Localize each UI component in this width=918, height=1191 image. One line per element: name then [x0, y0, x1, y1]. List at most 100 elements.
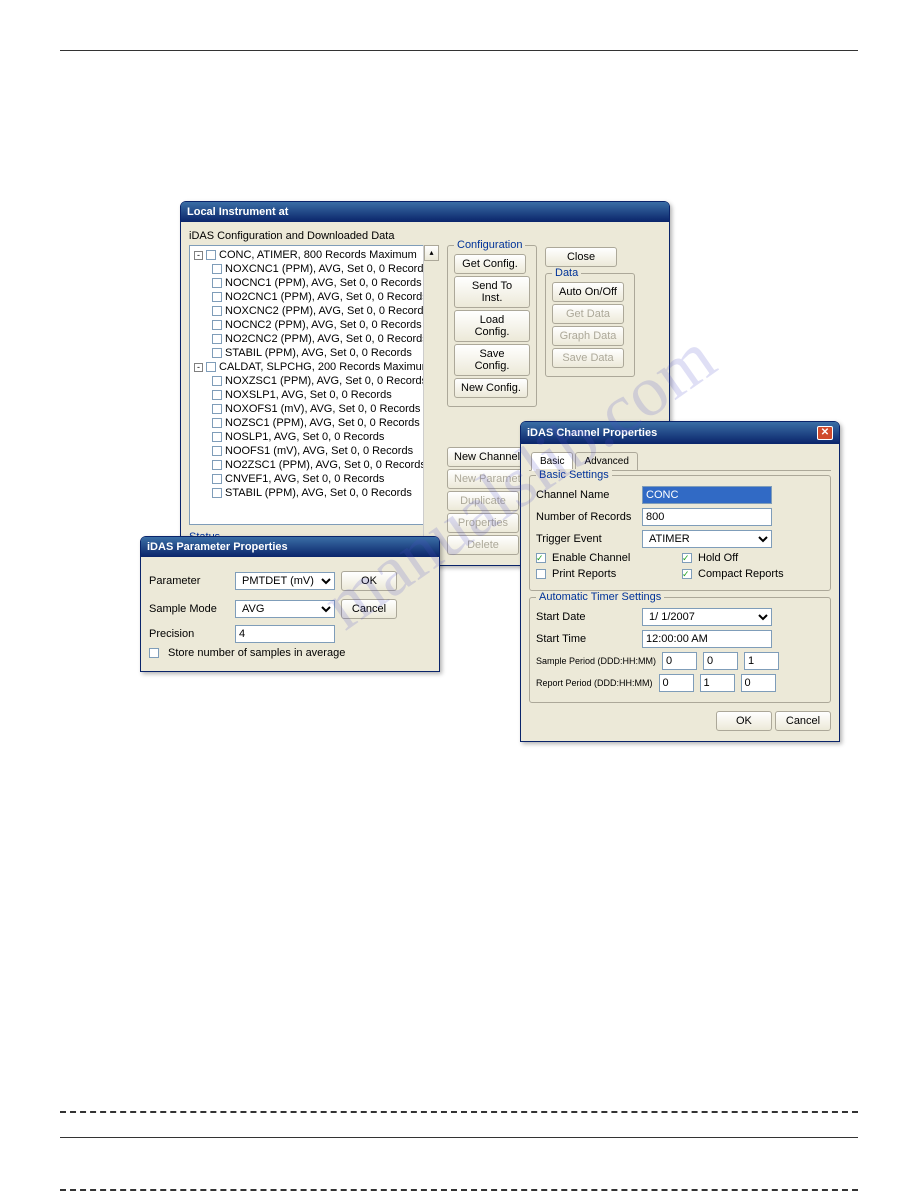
report-period-h[interactable] — [700, 674, 735, 692]
start-time-input[interactable] — [642, 630, 772, 648]
tree-item-label: CONC, ATIMER, 800 Records Maximum — [219, 248, 417, 262]
tree-item-label: NOXZSC1 (PPM), AVG, Set 0, 0 Records — [225, 374, 427, 388]
start-date-label: Start Date — [536, 611, 636, 623]
tree-checkbox[interactable] — [212, 376, 222, 386]
tree-checkbox[interactable] — [212, 460, 222, 470]
trigger-select[interactable]: ATIMER — [642, 530, 772, 548]
print-reports-label: Print Reports — [552, 568, 632, 580]
chan-cancel-button[interactable]: Cancel — [775, 711, 831, 731]
parameter-select[interactable]: PMTDET (mV) — [235, 572, 335, 590]
tree-item[interactable]: NOZSC1 (PPM), AVG, Set 0, 0 Records — [192, 416, 436, 430]
tree-checkbox[interactable] — [212, 488, 222, 498]
tree-checkbox[interactable] — [212, 418, 222, 428]
scroll-up-icon[interactable]: ▴ — [424, 245, 439, 261]
compact-reports-label: Compact Reports — [698, 568, 784, 580]
tree-checkbox[interactable] — [212, 334, 222, 344]
channel-name-input[interactable] — [642, 486, 772, 504]
expand-icon[interactable]: - — [194, 251, 203, 260]
sample-mode-label: Sample Mode — [149, 603, 229, 615]
tree-checkbox[interactable] — [212, 348, 222, 358]
auto-timer-title: Automatic Timer Settings — [536, 591, 664, 603]
close-button[interactable]: Close — [545, 247, 617, 267]
trigger-label: Trigger Event — [536, 533, 636, 545]
store-samples-checkbox[interactable] — [149, 648, 159, 658]
sample-period-m[interactable] — [744, 652, 779, 670]
sample-period-d[interactable] — [662, 652, 697, 670]
tree-item[interactable]: NO2CNC1 (PPM), AVG, Set 0, 0 Records — [192, 290, 436, 304]
tab-advanced[interactable]: Advanced — [575, 452, 637, 470]
data-group-title: Data — [552, 267, 581, 279]
tree-item[interactable]: NOXZSC1 (PPM), AVG, Set 0, 0 Records — [192, 374, 436, 388]
tree-item[interactable]: NO2ZSC1 (PPM), AVG, Set 0, 0 Records — [192, 458, 436, 472]
close-icon[interactable]: ✕ — [817, 426, 833, 440]
tree-checkbox[interactable] — [206, 362, 216, 372]
tree-item[interactable]: NOXCNC2 (PPM), AVG, Set 0, 0 Records — [192, 304, 436, 318]
start-date-select[interactable]: 1/ 1/2007 — [642, 608, 772, 626]
tree-item-label: NOOFS1 (mV), AVG, Set 0, 0 Records — [225, 444, 413, 458]
compact-reports-checkbox[interactable] — [682, 569, 692, 579]
config-tree[interactable]: -CONC, ATIMER, 800 Records MaximumNOXCNC… — [189, 245, 439, 525]
basic-settings-title: Basic Settings — [536, 469, 612, 481]
tree-item[interactable]: STABIL (PPM), AVG, Set 0, 0 Records — [192, 486, 436, 500]
precision-input[interactable] — [235, 625, 335, 643]
save-config-button[interactable]: Save Config. — [454, 344, 530, 376]
sample-mode-select[interactable]: AVG — [235, 600, 335, 618]
tree-scrollbar[interactable]: ▴ ▾ — [423, 245, 439, 525]
tree-item[interactable]: NOXOFS1 (mV), AVG, Set 0, 0 Records — [192, 402, 436, 416]
tree-checkbox[interactable] — [212, 264, 222, 274]
new-channel-button[interactable]: New Channel — [447, 447, 527, 467]
enable-channel-label: Enable Channel — [552, 552, 632, 564]
tree-item-label: NO2CNC1 (PPM), AVG, Set 0, 0 Records — [225, 290, 428, 304]
send-to-inst-button[interactable]: Send To Inst. — [454, 276, 530, 308]
tree-checkbox[interactable] — [206, 250, 216, 260]
properties-button: Properties — [447, 513, 519, 533]
report-period-m[interactable] — [741, 674, 776, 692]
tree-checkbox[interactable] — [212, 474, 222, 484]
sample-period-h[interactable] — [703, 652, 738, 670]
tree-checkbox[interactable] — [212, 404, 222, 414]
tree-checkbox[interactable] — [212, 390, 222, 400]
tree-item[interactable]: CNVEF1, AVG, Set 0, 0 Records — [192, 472, 436, 486]
tree-item-label: CNVEF1, AVG, Set 0, 0 Records — [225, 472, 384, 486]
tree-checkbox[interactable] — [212, 278, 222, 288]
tree-item-label: NOSLP1, AVG, Set 0, 0 Records — [225, 430, 384, 444]
enable-channel-checkbox[interactable] — [536, 553, 546, 563]
load-config-button[interactable]: Load Config. — [454, 310, 530, 342]
new-config-button[interactable]: New Config. — [454, 378, 528, 398]
print-reports-checkbox[interactable] — [536, 569, 546, 579]
get-config-button[interactable]: Get Config. — [454, 254, 526, 274]
get-data-button: Get Data — [552, 304, 624, 324]
hold-off-checkbox[interactable] — [682, 553, 692, 563]
report-period-d[interactable] — [659, 674, 694, 692]
num-records-input[interactable] — [642, 508, 772, 526]
tree-item[interactable]: NOXCNC1 (PPM), AVG, Set 0, 0 Records — [192, 262, 436, 276]
tree-item[interactable]: NOCNC2 (PPM), AVG, Set 0, 0 Records — [192, 318, 436, 332]
tree-item[interactable]: - CONC, ATIMER, 800 Records Maximum — [192, 248, 436, 262]
auto-onoff-button[interactable]: Auto On/Off — [552, 282, 624, 302]
delete-button: Delete — [447, 535, 519, 555]
save-data-button: Save Data — [552, 348, 624, 368]
tree-item-label: NOXCNC1 (PPM), AVG, Set 0, 0 Records — [225, 262, 429, 276]
chan-ok-button[interactable]: OK — [716, 711, 772, 731]
tree-checkbox[interactable] — [212, 446, 222, 456]
report-period-label: Report Period (DDD:HH:MM) — [536, 678, 653, 688]
tree-item[interactable]: - CALDAT, SLPCHG, 200 Records Maximum — [192, 360, 436, 374]
tree-checkbox[interactable] — [212, 306, 222, 316]
tree-item[interactable]: NOXSLP1, AVG, Set 0, 0 Records — [192, 388, 436, 402]
store-samples-label: Store number of samples in average — [168, 647, 345, 659]
tree-item[interactable]: NOSLP1, AVG, Set 0, 0 Records — [192, 430, 436, 444]
param-cancel-button[interactable]: Cancel — [341, 599, 397, 619]
config-group-title: Configuration — [454, 239, 525, 251]
tree-item-label: NOCNC1 (PPM), AVG, Set 0, 0 Records — [225, 276, 422, 290]
tree-checkbox[interactable] — [212, 432, 222, 442]
tree-checkbox[interactable] — [212, 292, 222, 302]
param-ok-button[interactable]: OK — [341, 571, 397, 591]
expand-icon[interactable]: - — [194, 363, 203, 372]
tree-checkbox[interactable] — [212, 320, 222, 330]
tree-item-label: NOCNC2 (PPM), AVG, Set 0, 0 Records — [225, 318, 422, 332]
tree-item-label: CALDAT, SLPCHG, 200 Records Maximum — [219, 360, 431, 374]
tree-item[interactable]: NOCNC1 (PPM), AVG, Set 0, 0 Records — [192, 276, 436, 290]
tree-item[interactable]: NO2CNC2 (PPM), AVG, Set 0, 0 Records — [192, 332, 436, 346]
tree-item[interactable]: STABIL (PPM), AVG, Set 0, 0 Records — [192, 346, 436, 360]
tree-item[interactable]: NOOFS1 (mV), AVG, Set 0, 0 Records — [192, 444, 436, 458]
